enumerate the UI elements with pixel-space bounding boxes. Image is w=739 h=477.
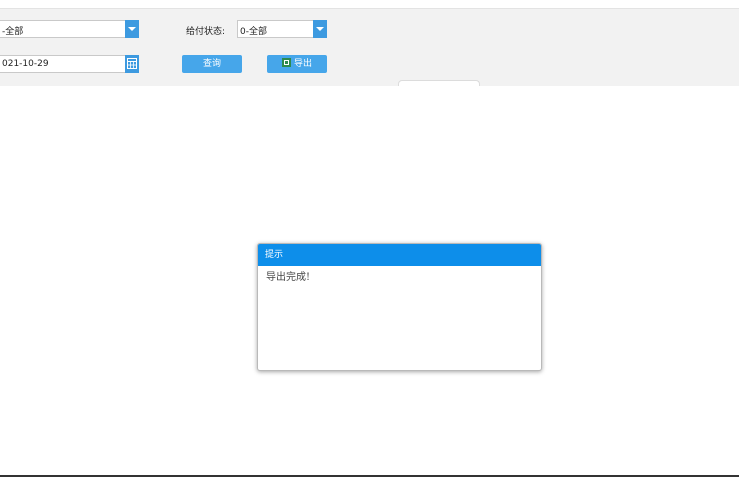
alert-dialog: 提示 导出完成! [257, 243, 542, 371]
query-button-label: 查询 [202, 59, 221, 69]
category-select[interactable]: -全部 [0, 20, 139, 38]
query-button[interactable]: 查询 [182, 55, 242, 73]
calendar-icon[interactable] [125, 55, 139, 73]
date-field[interactable]: 021-10-29 [0, 55, 139, 73]
payment-status-label: 给付状态: [186, 27, 226, 37]
payment-status-value: 0-全部 [240, 27, 267, 37]
export-button[interactable]: 导出 [267, 55, 327, 73]
collapse-panel-tab[interactable] [398, 80, 480, 86]
chevron-down-icon[interactable] [313, 20, 327, 38]
filter-panel: -全部 给付状态: 0-全部 021-10-29 查询 导出 [0, 9, 739, 86]
excel-icon [281, 58, 291, 67]
dialog-title: 提示 [258, 244, 541, 266]
category-select-value: -全部 [2, 27, 24, 37]
export-button-label: 导出 [293, 59, 312, 69]
top-border [0, 0, 739, 9]
dialog-message: 导出完成! [266, 272, 311, 283]
date-field-value: 021-10-29 [2, 59, 49, 69]
payment-status-select[interactable]: 0-全部 [237, 20, 327, 38]
chevron-down-icon[interactable] [125, 20, 139, 38]
